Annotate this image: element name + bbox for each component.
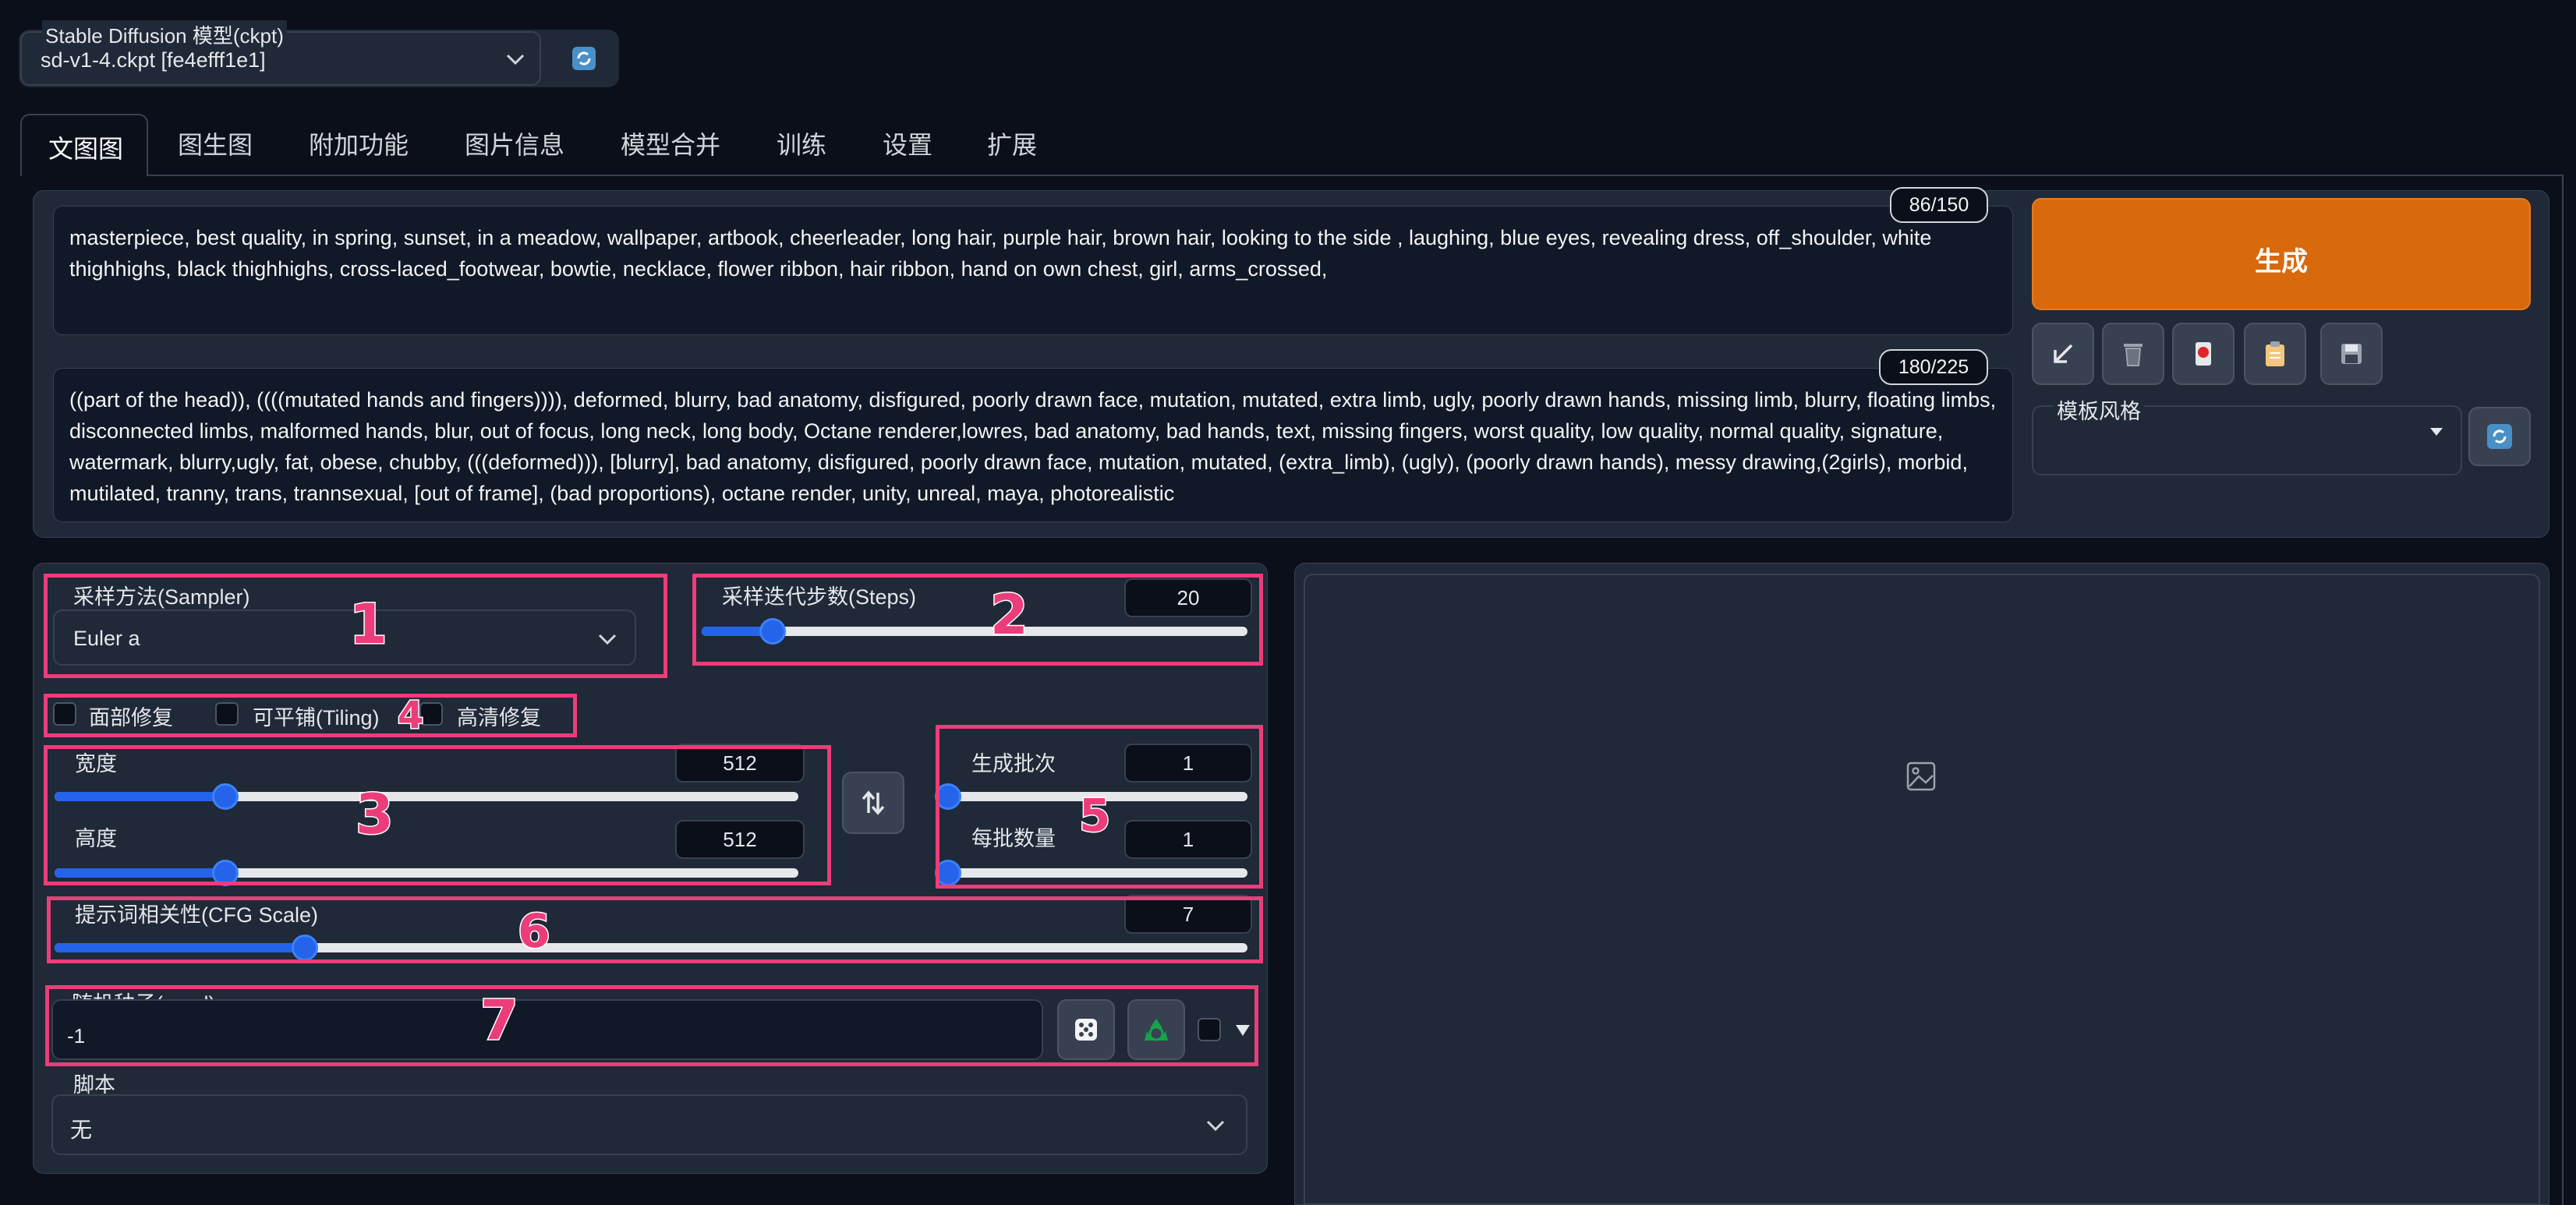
face-restore-checkbox[interactable] [53,702,76,726]
prompt-text: masterpiece, best quality, in spring, su… [69,226,1932,281]
image-placeholder-icon [1906,762,1936,791]
tab-extras[interactable]: 附加功能 [309,117,409,173]
width-slider[interactable] [55,783,798,810]
refresh-icon [572,47,596,70]
apply-style-button[interactable] [2244,323,2306,385]
clear-prompt-button[interactable] [2102,323,2164,385]
cfg-input[interactable]: 7 [1124,895,1252,934]
steps-slider-thumb[interactable] [759,618,786,645]
model-value: sd-v1-4.ckpt [fe4efff1e1] [41,48,266,72]
tab-underline [148,175,2564,176]
annotation-number-6: 6 [517,903,552,960]
annotation-number-3: 3 [355,782,395,848]
height-input[interactable]: 512 [675,820,805,859]
arrow-down-left-icon [2054,344,2073,363]
model-selector-panel: Stable Diffusion 模型(ckpt) sd-v1-4.ckpt [… [19,20,619,87]
annotation-number-4: 4 [396,693,424,739]
tab-img2img[interactable]: 图生图 [178,117,253,173]
negative-prompt-token-counter: 180/225 [1879,349,1988,385]
model-dropdown[interactable]: Stable Diffusion 模型(ckpt) sd-v1-4.ckpt [… [20,20,541,86]
annotation-number-1: 1 [349,592,389,658]
tab-train[interactable]: 训练 [777,117,826,173]
sampler-label: 采样方法(Sampler) [73,585,250,609]
height-slider-fill [55,868,226,878]
output-gallery[interactable] [1304,574,2540,1205]
chevron-down-icon [598,634,617,645]
steps-input[interactable]: 20 [1124,578,1252,617]
tab-label: 文图图 [48,135,124,163]
script-value: 无 [70,1118,93,1142]
negative-prompt-text: ((part of the head)), ((((mutated hands … [69,388,1997,505]
seed-value: -1 [67,1024,86,1048]
extra-networks-button[interactable] [2172,323,2235,385]
recycle-icon [1145,1019,1168,1041]
swap-dimensions-button[interactable] [842,772,904,834]
red-card-icon [2196,342,2211,366]
chevron-down-icon [506,54,525,65]
seed-input[interactable]: -1 [51,999,1043,1060]
face-restore-label: 面部修复 [89,706,173,730]
swap-icon [862,790,885,815]
prompt-token-counter: 86/150 [1890,187,1988,223]
width-input[interactable]: 512 [675,744,805,783]
annotation-number-5: 5 [1077,788,1111,843]
tab-checkpoint-merger[interactable]: 模型合并 [621,117,720,173]
tab-extensions[interactable]: 扩展 [987,117,1037,173]
batch-count-label: 生成批次 [971,752,1056,776]
hires-fix-label: 高清修复 [457,706,541,730]
style-label: 模板风格 [2054,394,2144,425]
tiling-checkbox[interactable] [215,702,239,726]
sampler-value: Euler a [73,627,140,650]
extra-seed-checkbox[interactable] [1198,1018,1221,1041]
random-seed-button[interactable] [1057,999,1115,1060]
tab-txt2img[interactable]: 文图图 [20,114,148,176]
reuse-seed-button[interactable] [1127,999,1185,1060]
width-slider-fill [55,792,226,801]
generate-label: 生成 [2255,247,2308,277]
batch-size-slider[interactable] [935,860,1247,886]
cfg-slider-fill [55,943,306,952]
negative-prompt-textarea[interactable]: ((part of the head)), ((((mutated hands … [53,368,2013,522]
script-dropdown[interactable]: 无 [51,1094,1247,1155]
save-style-button[interactable] [2320,323,2383,385]
trash-icon [2124,344,2143,366]
height-label: 高度 [75,827,117,850]
batch-count-input[interactable]: 1 [1124,744,1252,783]
dice-icon [1075,1019,1097,1041]
style-dropdown[interactable]: 模板风格 [2032,394,2462,475]
save-icon [2341,344,2362,364]
model-label: Stable Diffusion 模型(ckpt) [42,20,287,49]
refresh-icon [2487,424,2512,449]
annotation-number-7: 7 [479,988,520,1054]
steps-label: 采样迭代步数(Steps) [722,585,917,609]
tab-settings[interactable]: 设置 [883,117,932,173]
batch-size-slider-thumb[interactable] [935,860,961,886]
prompt-textarea[interactable]: masterpiece, best quality, in spring, su… [53,206,2013,335]
model-refresh-button[interactable] [564,41,603,76]
steps-slider[interactable] [702,618,1247,645]
cfg-label: 提示词相关性(CFG Scale) [75,903,319,927]
annotation-number-2: 2 [989,582,1030,648]
cfg-slider[interactable] [55,935,1247,961]
caret-down-icon[interactable] [1235,1024,1251,1037]
clipboard-icon [2266,341,2284,366]
batch-size-input[interactable]: 1 [1124,820,1252,859]
width-label: 宽度 [75,752,117,776]
tiling-label: 可平铺(Tiling) [253,706,380,730]
read-params-button[interactable] [2032,323,2094,385]
caret-down-icon [2430,428,2443,436]
height-slider[interactable] [55,860,798,886]
chevron-down-icon [1206,1120,1225,1132]
style-refresh-button[interactable] [2468,407,2531,466]
sampler-dropdown[interactable]: Euler a [53,610,636,666]
tab-png-info[interactable]: 图片信息 [465,117,564,173]
batch-count-slider-thumb[interactable] [935,783,961,810]
batch-size-label: 每批数量 [971,827,1056,850]
content-right-border [2562,175,2564,1205]
generate-button[interactable]: 生成 [2032,198,2531,310]
